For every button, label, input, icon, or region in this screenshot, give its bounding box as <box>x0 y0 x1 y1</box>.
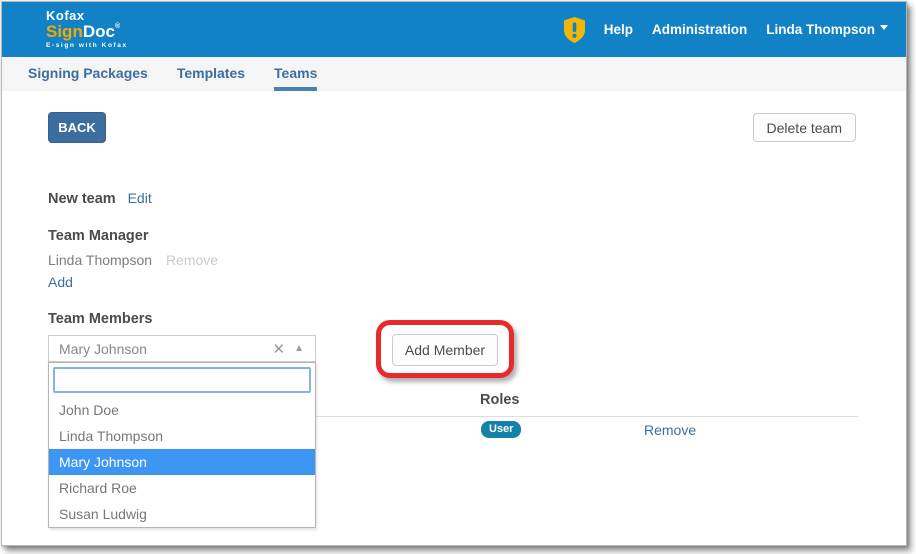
member-select-value: Mary Johnson <box>49 341 264 357</box>
add-manager-row: Add <box>48 274 73 290</box>
add-member-button[interactable]: Add Member <box>392 334 498 366</box>
tab-signing-packages[interactable]: Signing Packages <box>28 57 148 91</box>
team-name: New team <box>48 191 116 207</box>
help-link[interactable]: Help <box>604 22 633 37</box>
clear-selection-icon[interactable]: ✕ <box>264 340 295 358</box>
team-name-row: New team Edit <box>48 190 152 207</box>
member-option[interactable]: Richard Roe <box>49 475 315 501</box>
user-menu-name: Linda Thompson <box>766 22 875 37</box>
kofax-signdoc-logo[interactable]: Kofax SignDoc® E-sign with Kofax <box>46 9 128 50</box>
manager-name: Linda Thompson <box>48 252 152 268</box>
shield-exclamation-icon[interactable] <box>564 17 585 43</box>
remove-manager-link: Remove <box>166 252 218 268</box>
team-manager-row: Linda Thompson Remove <box>48 252 218 268</box>
dropdown-search-wrap <box>49 363 315 397</box>
back-button[interactable]: BACK <box>48 112 106 143</box>
tab-templates[interactable]: Templates <box>177 57 245 91</box>
member-search-input[interactable] <box>53 367 311 393</box>
top-header-bar: Kofax SignDoc® E-sign with Kofax Help Ad… <box>2 2 906 57</box>
member-option-selected[interactable]: Mary Johnson <box>49 449 315 475</box>
edit-team-link[interactable]: Edit <box>128 190 152 206</box>
chevron-down-icon <box>880 25 888 30</box>
delete-team-button[interactable]: Delete team <box>753 113 856 142</box>
member-option[interactable]: John Doe <box>49 397 315 423</box>
roles-column-header: Roles <box>480 392 520 408</box>
main-nav: Signing Packages Templates Teams <box>2 57 906 91</box>
logo-kofax-text: Kofax <box>46 9 128 22</box>
logo-signdoc-text: SignDoc® <box>46 23 128 40</box>
remove-member-link[interactable]: Remove <box>644 422 696 438</box>
logo-tagline: E-sign with Kofax <box>46 43 128 50</box>
app-window: Kofax SignDoc® E-sign with Kofax Help Ad… <box>1 1 907 546</box>
team-members-heading: Team Members <box>48 311 153 327</box>
team-manager-heading: Team Manager <box>48 228 148 244</box>
user-role-badge: User <box>481 421 521 438</box>
collapse-dropdown-icon[interactable]: ▲ <box>294 343 315 354</box>
tab-teams[interactable]: Teams <box>274 57 317 91</box>
member-dropdown: John Doe Linda Thompson Mary Johnson Ric… <box>48 362 316 528</box>
administration-link[interactable]: Administration <box>652 22 747 37</box>
add-manager-link[interactable]: Add <box>48 274 73 290</box>
member-option-list: John Doe Linda Thompson Mary Johnson Ric… <box>49 397 315 527</box>
member-select[interactable]: Mary Johnson ✕ ▲ <box>48 335 316 362</box>
user-menu[interactable]: Linda Thompson <box>766 22 888 37</box>
member-option[interactable]: Susan Ludwig <box>49 501 315 527</box>
member-option[interactable]: Linda Thompson <box>49 423 315 449</box>
